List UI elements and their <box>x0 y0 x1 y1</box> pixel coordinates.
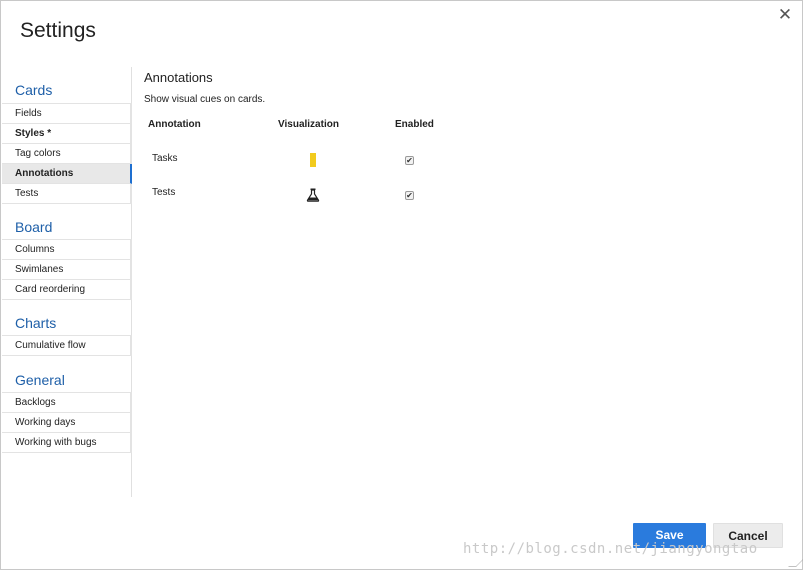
sidebar-heading-charts: Charts <box>15 315 57 331</box>
resize-grip-icon[interactable] <box>788 559 803 567</box>
column-header-annotation: Annotation <box>148 119 201 130</box>
sidebar-item-working-days[interactable]: Working days <box>2 413 132 433</box>
watermark-text: http://blog.csdn.net/jiangyongtao <box>463 541 758 557</box>
yellow-bar-icon <box>310 153 316 167</box>
column-header-enabled: Enabled <box>395 119 434 130</box>
sidebar-item-swimlanes[interactable]: Swimlanes <box>2 260 132 280</box>
sidebar-item-card-reordering[interactable]: Card reordering <box>2 280 132 300</box>
sidebar-heading-general: General <box>15 372 65 388</box>
sidebar-item-annotations[interactable]: Annotations <box>2 164 132 184</box>
flask-icon <box>306 188 320 202</box>
tasks-enabled-checkbox[interactable]: ✔ <box>405 156 414 165</box>
sidebar-item-fields[interactable]: Fields <box>2 104 132 124</box>
sidebar-heading-cards: Cards <box>15 82 53 98</box>
sidebar-item-backlogs[interactable]: Backlogs <box>2 393 132 413</box>
sidebar-item-styles[interactable]: Styles * <box>2 124 132 144</box>
sidebar-item-cumulative-flow[interactable]: Cumulative flow <box>2 336 132 356</box>
sidebar-item-columns[interactable]: Columns <box>2 240 132 260</box>
settings-dialog: Settings ✕ Cards Fields Styles * Tag col… <box>0 0 803 570</box>
sidebar-heading-board: Board <box>15 219 53 235</box>
sidebar-item-working-with-bugs[interactable]: Working with bugs <box>2 433 132 453</box>
section-description: Show visual cues on cards. <box>144 94 266 105</box>
close-icon[interactable]: ✕ <box>777 6 793 23</box>
sidebar-item-tag-colors[interactable]: Tag colors <box>2 144 132 164</box>
column-header-visualization: Visualization <box>278 119 339 130</box>
settings-sidebar: Cards Fields Styles * Tag colors Annotat… <box>2 67 132 497</box>
dialog-title: Settings <box>20 19 96 42</box>
section-title: Annotations <box>144 70 213 85</box>
annotation-name-tests: Tests <box>152 187 176 198</box>
annotations-panel: Annotations Show visual cues on cards. A… <box>144 69 784 202</box>
sidebar-item-tests[interactable]: Tests <box>2 184 132 204</box>
tests-enabled-checkbox[interactable]: ✔ <box>405 191 414 200</box>
annotation-name-tasks: Tasks <box>152 153 178 164</box>
